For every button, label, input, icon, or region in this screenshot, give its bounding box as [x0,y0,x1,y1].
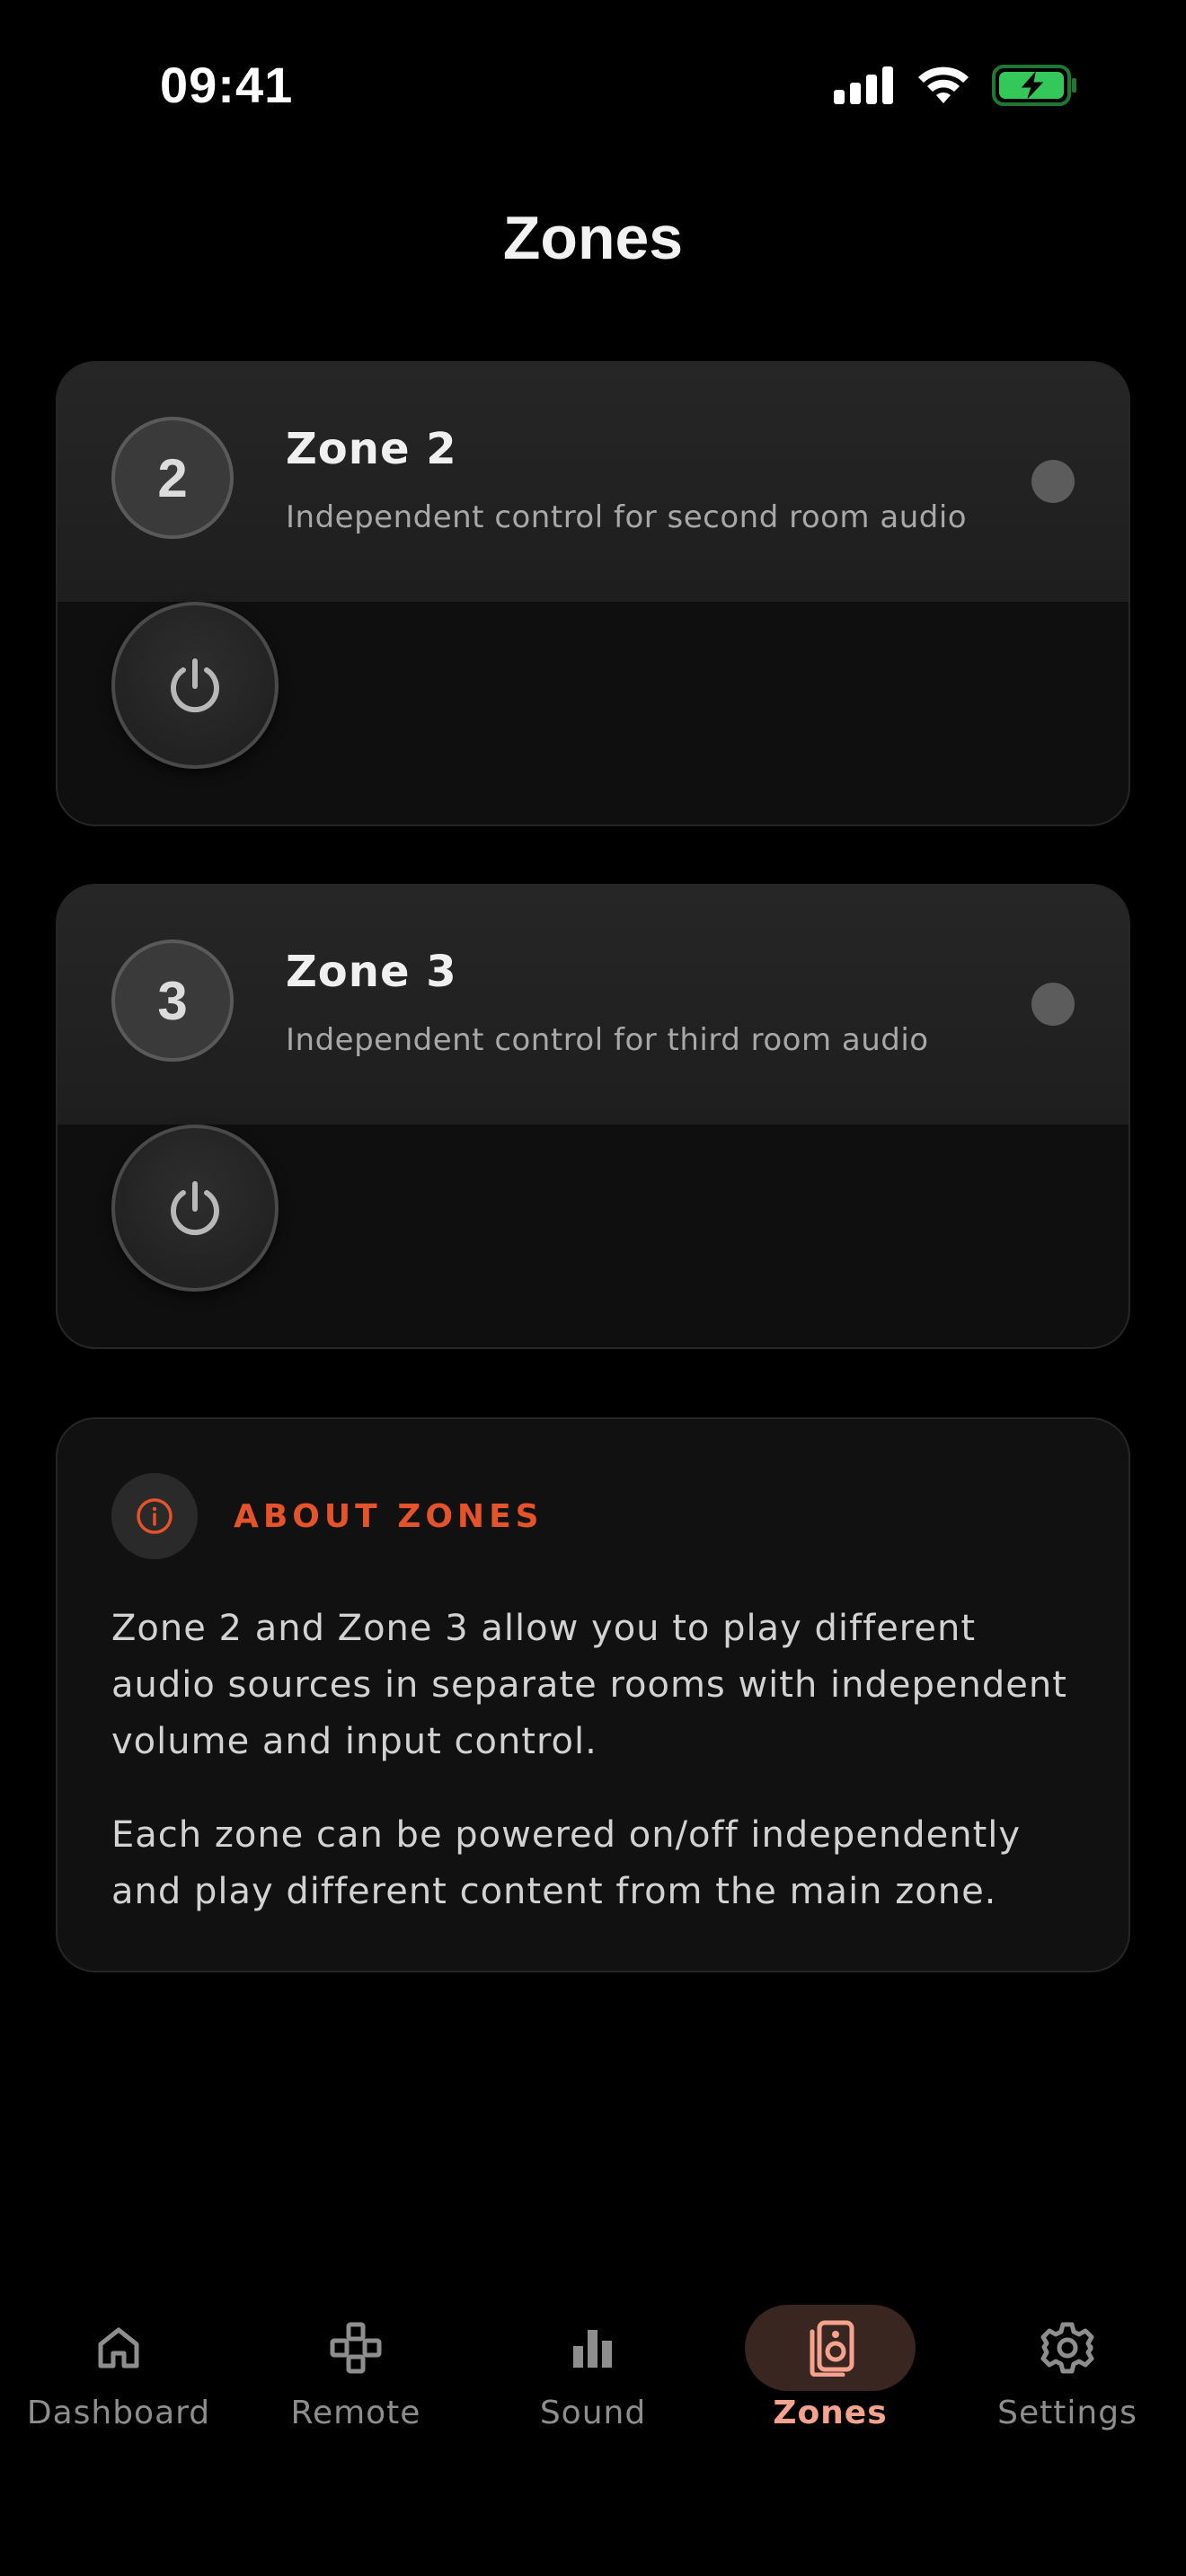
nav-icon-container [745,2305,916,2391]
home-icon [98,2327,139,2369]
gamepad-icon [330,2322,382,2374]
nav-label: Settings [997,2395,1137,2431]
nav-icon-container [982,2305,1153,2391]
nav-label: Zones [773,2395,888,2431]
bar-chart-icon [573,2330,612,2368]
info-icon-badge [111,1473,198,1559]
nav-item-settings[interactable]: Settings [960,2281,1175,2461]
status-bar: 09:41 [0,0,1186,171]
speaker-icon [810,2320,854,2377]
nav-label: Dashboard [26,2395,211,2431]
about-paragraph: Each zone can be powered on/off independ… [111,1814,1022,1912]
about-paragraph: Zone 2 and Zone 3 allow you to play diff… [111,1608,1067,1762]
zone-name: Zone 2 [286,424,457,474]
gear-icon [1040,2322,1094,2374]
nav-icon-container [33,2305,204,2391]
zone-description: Independent control for second room audi… [286,499,968,535]
nav-item-zones[interactable]: Zones [722,2281,938,2461]
bottom-nav: Dashboard Remote Sound Zones Settings [0,2281,1186,2461]
nav-label: Remote [290,2395,421,2431]
zone-2-power-button[interactable] [111,602,279,769]
zone-3-power-button[interactable] [111,1125,279,1292]
zone-name: Zone 3 [286,947,457,997]
page-title: Zones [502,204,684,272]
zone-number-badge: 3 [111,940,234,1062]
zone-status-indicator [1031,460,1075,503]
power-icon [171,658,219,713]
zone-description: Independent control for third room audio [286,1022,929,1058]
wifi-icon [918,66,969,103]
zone-header: 2 Zone 2 Independent control for second … [58,363,1128,602]
about-title: ABOUT ZONES [234,1498,544,1535]
nav-icon-container [508,2305,678,2391]
zone-card-3: 3 Zone 3 Independent control for third r… [56,884,1130,1349]
nav-item-remote[interactable]: Remote [248,2281,464,2461]
nav-icon-container [270,2305,441,2391]
battery-icon [992,65,1076,106]
power-icon [171,1181,219,1236]
zone-header: 3 Zone 3 Independent control for third r… [58,886,1128,1125]
signal-icon [834,66,893,104]
status-time: 09:41 [160,57,294,113]
zone-number-badge: 2 [111,417,234,539]
about-zones-card: ABOUT ZONES Zone 2 and Zone 3 allow you … [56,1417,1130,1972]
info-icon [137,1498,173,1534]
zone-card-2: 2 Zone 2 Independent control for second … [56,361,1130,826]
zone-status-indicator [1031,983,1075,1026]
nav-item-sound[interactable]: Sound [485,2281,701,2461]
status-icons [834,63,1078,108]
nav-item-dashboard[interactable]: Dashboard [11,2281,226,2461]
nav-label: Sound [539,2395,647,2431]
